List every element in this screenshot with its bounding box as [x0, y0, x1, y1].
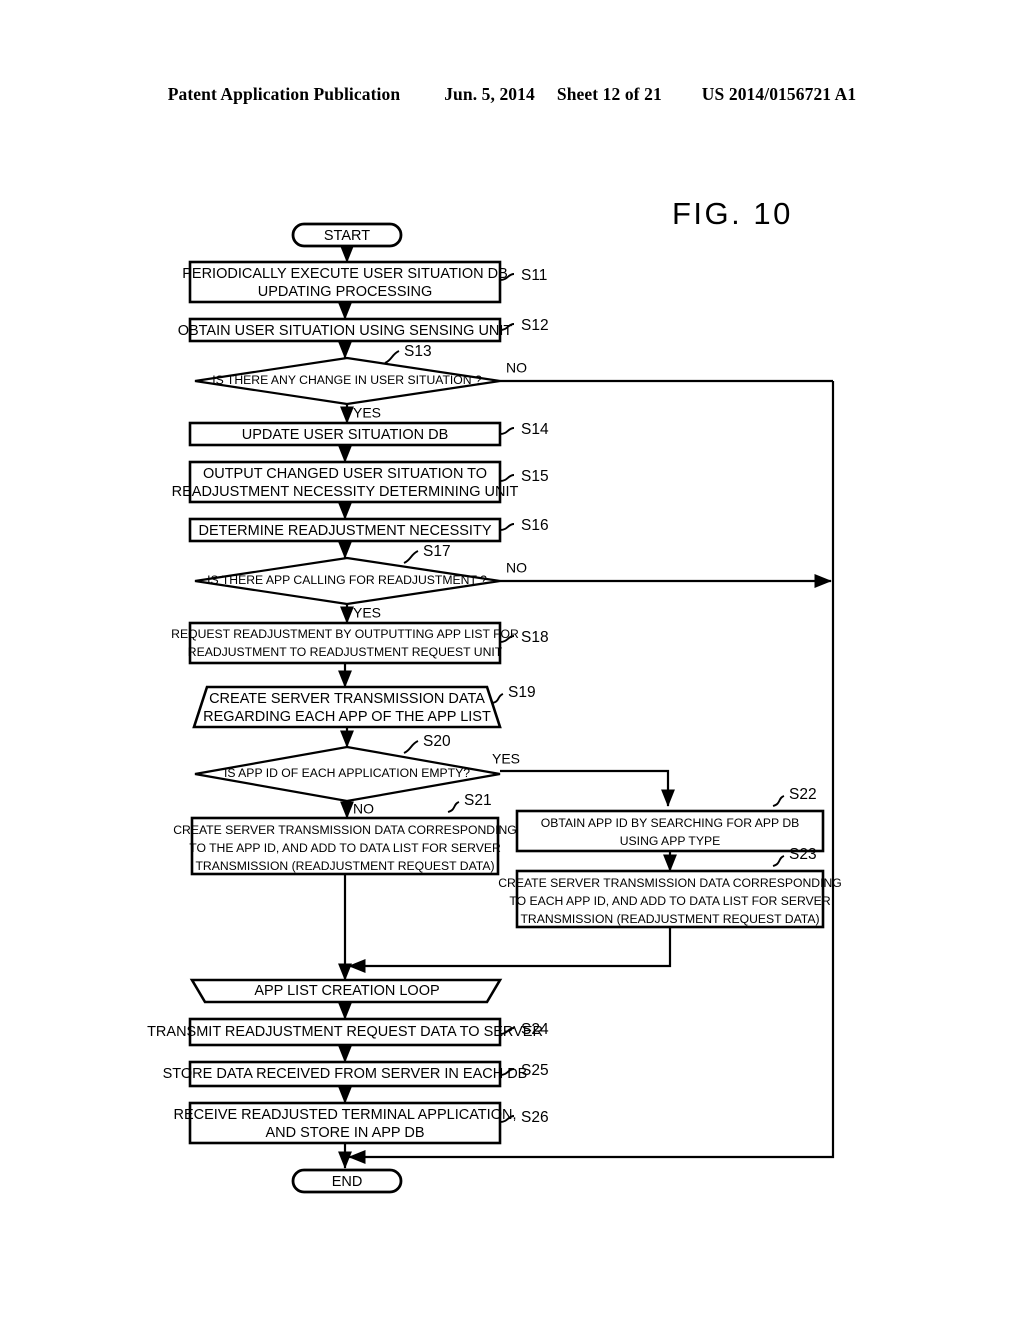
step-label-s20: S20 — [423, 733, 451, 750]
s19-line-2: REGARDING EACH APP OF THE APP LIST — [203, 709, 491, 725]
leader-s23 — [772, 855, 785, 867]
leader-s14 — [499, 427, 515, 435]
leader-s16 — [499, 523, 515, 531]
branch-label-s20-no: NO — [353, 801, 374, 817]
s23-line-2: TO EACH APP ID, AND ADD TO DATA LIST FOR… — [509, 894, 830, 908]
s11-line-1: PERIODICALLY EXECUTE USER SITUATION DB — [182, 266, 508, 282]
s17-text: IS THERE APP CALLING FOR READJUSTMENT ? — [207, 573, 487, 587]
patent-sheet: Patent Application Publication Jun. 5, 2… — [0, 0, 1024, 1320]
s15-line-1: OUTPUT CHANGED USER SITUATION TO — [203, 466, 487, 482]
branch-label-s13-no: NO — [506, 360, 527, 376]
node-s23: CREATE SERVER TRANSMISSION DATA CORRESPO… — [498, 869, 842, 929]
step-label-s25: S25 — [521, 1062, 549, 1079]
step-label-s22: S22 — [789, 786, 817, 803]
s26-line-1: RECEIVE READJUSTED TERMINAL APPLICATION, — [174, 1107, 517, 1123]
node-s13: IS THERE ANY CHANGE IN USER SITUATION ? — [194, 356, 501, 406]
s22-line-2: USING APP TYPE — [620, 834, 720, 848]
node-s17: IS THERE APP CALLING FOR READJUSTMENT ? — [194, 556, 501, 606]
step-label-s11: S11 — [521, 267, 547, 284]
node-s21: CREATE SERVER TRANSMISSION DATA CORRESPO… — [173, 816, 517, 876]
branch-label-s17-yes: YES — [353, 605, 381, 621]
node-s14: UPDATE USER SITUATION DB — [188, 421, 502, 447]
s18-line-1: REQUEST READJUSTMENT BY OUTPUTTING APP L… — [171, 627, 519, 641]
loop-end-label: APP LIST CREATION LOOP — [254, 983, 439, 999]
node-s18: REQUEST READJUSTMENT BY OUTPUTTING APP L… — [171, 621, 519, 665]
step-label-s16: S16 — [521, 517, 549, 534]
step-label-s13: S13 — [404, 343, 432, 360]
s21-line-1: CREATE SERVER TRANSMISSION DATA CORRESPO… — [173, 823, 517, 837]
step-label-s14: S14 — [521, 421, 549, 438]
node-s19-loop-start: CREATE SERVER TRANSMISSION DATA REGARDIN… — [192, 685, 502, 729]
leader-s15 — [499, 474, 515, 482]
leader-s20 — [403, 740, 419, 754]
branch-label-s20-yes: YES — [492, 751, 520, 767]
node-loop-end: APP LIST CREATION LOOP — [189, 978, 503, 1004]
node-start: START — [291, 222, 403, 248]
s24-line-1: TRANSMIT READJUSTMENT REQUEST DATA TO SE… — [147, 1024, 543, 1040]
step-label-s19: S19 — [508, 684, 536, 701]
s26-line-2: AND STORE IN APP DB — [265, 1125, 424, 1141]
flowchart-diagram: START PERIODICALLY EXECUTE USER SITUATIO… — [147, 222, 842, 1194]
step-label-s17: S17 — [423, 543, 451, 560]
s16-line-1: DETERMINE READJUSTMENT NECESSITY — [199, 523, 492, 539]
branch-label-s17-no: NO — [506, 560, 527, 576]
node-s20: IS APP ID OF EACH APPLICATION EMPTY? — [194, 745, 501, 803]
leader-s22 — [772, 795, 785, 807]
s21-line-3: TRANSMISSION (READJUSTMENT REQUEST DATA) — [195, 859, 494, 873]
start-label: START — [324, 228, 370, 244]
s19-line-1: CREATE SERVER TRANSMISSION DATA — [209, 691, 485, 707]
s14-line-1: UPDATE USER SITUATION DB — [242, 427, 449, 443]
node-s12: OBTAIN USER SITUATION USING SENSING UNIT — [178, 317, 513, 343]
leader-s13 — [384, 350, 400, 364]
node-s22: OBTAIN APP ID BY SEARCHING FOR APP DB US… — [515, 809, 825, 853]
leader-s17 — [403, 550, 419, 564]
s23-line-1: CREATE SERVER TRANSMISSION DATA CORRESPO… — [498, 876, 842, 890]
branch-label-s13-yes: YES — [353, 405, 381, 421]
step-label-s18: S18 — [521, 629, 549, 646]
s18-line-2: READJUSTMENT TO READJUSTMENT REQUEST UNI… — [188, 645, 503, 659]
node-s25: STORE DATA RECEIVED FROM SERVER IN EACH … — [163, 1060, 528, 1088]
step-label-s24: S24 — [521, 1021, 549, 1038]
leader-s21 — [447, 801, 460, 813]
node-s16: DETERMINE READJUSTMENT NECESSITY — [188, 517, 502, 543]
s12-line-1: OBTAIN USER SITUATION USING SENSING UNIT — [178, 323, 513, 339]
node-s26: RECEIVE READJUSTED TERMINAL APPLICATION,… — [174, 1101, 517, 1145]
step-label-s23: S23 — [789, 846, 817, 863]
s13-text: IS THERE ANY CHANGE IN USER SITUATION ? — [212, 373, 482, 387]
node-s24: TRANSMIT READJUSTMENT REQUEST DATA TO SE… — [147, 1017, 543, 1047]
s15-line-2: READJUSTMENT NECESSITY DETERMINING UNIT — [172, 484, 519, 500]
step-label-s15: S15 — [521, 468, 549, 485]
edge-s23-return — [348, 927, 672, 974]
s22-line-1: OBTAIN APP ID BY SEARCHING FOR APP DB — [541, 816, 800, 830]
edge-s20-yes — [500, 769, 676, 807]
node-end: END — [291, 1168, 403, 1194]
step-label-s12: S12 — [521, 317, 549, 334]
node-s15: OUTPUT CHANGED USER SITUATION TO READJUS… — [172, 460, 519, 504]
leader-s19 — [491, 693, 504, 704]
end-label: END — [332, 1174, 363, 1190]
s21-line-2: TO THE APP ID, AND ADD TO DATA LIST FOR … — [189, 841, 501, 855]
s23-line-3: TRANSMISSION (READJUSTMENT REQUEST DATA) — [520, 912, 819, 926]
s25-line-1: STORE DATA RECEIVED FROM SERVER IN EACH … — [163, 1066, 528, 1082]
step-label-s26: S26 — [521, 1109, 549, 1126]
step-label-s21: S21 — [464, 792, 492, 809]
s20-text: IS APP ID OF EACH APPLICATION EMPTY? — [224, 766, 470, 780]
s11-line-2: UPDATING PROCESSING — [258, 284, 433, 300]
node-s11: PERIODICALLY EXECUTE USER SITUATION DB U… — [182, 260, 508, 304]
